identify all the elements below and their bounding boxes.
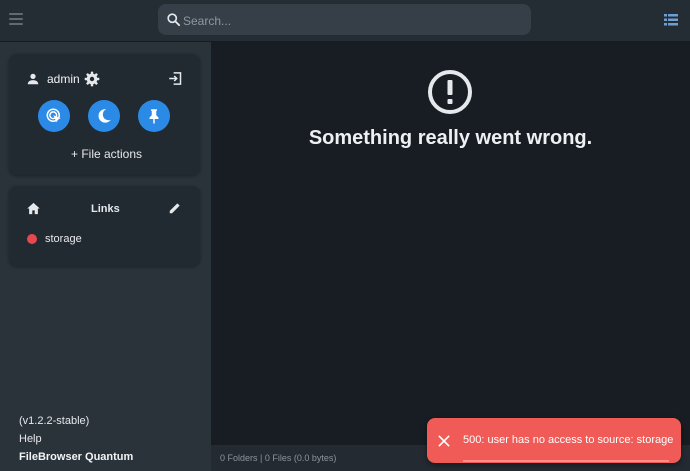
list-view-icon[interactable]	[664, 14, 678, 26]
pin-icon	[149, 109, 159, 124]
links-card: Links storage	[9, 186, 200, 266]
hamburger-menu-icon[interactable]	[9, 12, 23, 26]
moon-icon	[98, 109, 111, 123]
username: admin	[47, 72, 80, 86]
error-toast: 500: user has no access to source: stora…	[427, 418, 681, 463]
search-input[interactable]	[181, 4, 525, 37]
person-icon	[27, 73, 39, 85]
file-actions-button[interactable]: + File actions	[71, 147, 142, 161]
pin-button[interactable]	[138, 100, 170, 132]
theme-toggle-button[interactable]	[88, 100, 120, 132]
logout-icon[interactable]	[168, 71, 183, 86]
search-bar[interactable]	[158, 4, 531, 37]
error-title: Something really went wrong.	[308, 127, 593, 149]
close-icon[interactable]	[437, 434, 451, 448]
main-content: Something really went wrong.	[211, 42, 690, 445]
search-icon	[167, 13, 181, 27]
top-bar	[0, 0, 690, 42]
link-item-storage[interactable]: storage	[45, 233, 82, 245]
edit-pencil-icon[interactable]	[168, 201, 182, 215]
exclamation-circle-icon	[428, 70, 472, 114]
touch-button[interactable]	[38, 100, 70, 132]
sidebar: admin + File actions Links storage (v1.2…	[0, 42, 211, 471]
links-title: Links	[91, 203, 120, 215]
status-summary: 0 Folders | 0 Files (0.0 bytes)	[220, 453, 337, 463]
help-link[interactable]: Help	[19, 433, 42, 445]
toast-message: 500: user has no access to source: stora…	[463, 434, 674, 446]
touch-icon	[46, 108, 61, 123]
home-icon[interactable]	[26, 201, 41, 216]
toast-progress	[463, 460, 669, 462]
gear-icon[interactable]	[84, 71, 100, 87]
version-label: (v1.2.2-stable)	[19, 415, 90, 427]
user-card: admin + File actions	[9, 54, 200, 175]
app-name: FileBrowser Quantum	[19, 451, 134, 463]
link-status-dot	[27, 234, 37, 244]
